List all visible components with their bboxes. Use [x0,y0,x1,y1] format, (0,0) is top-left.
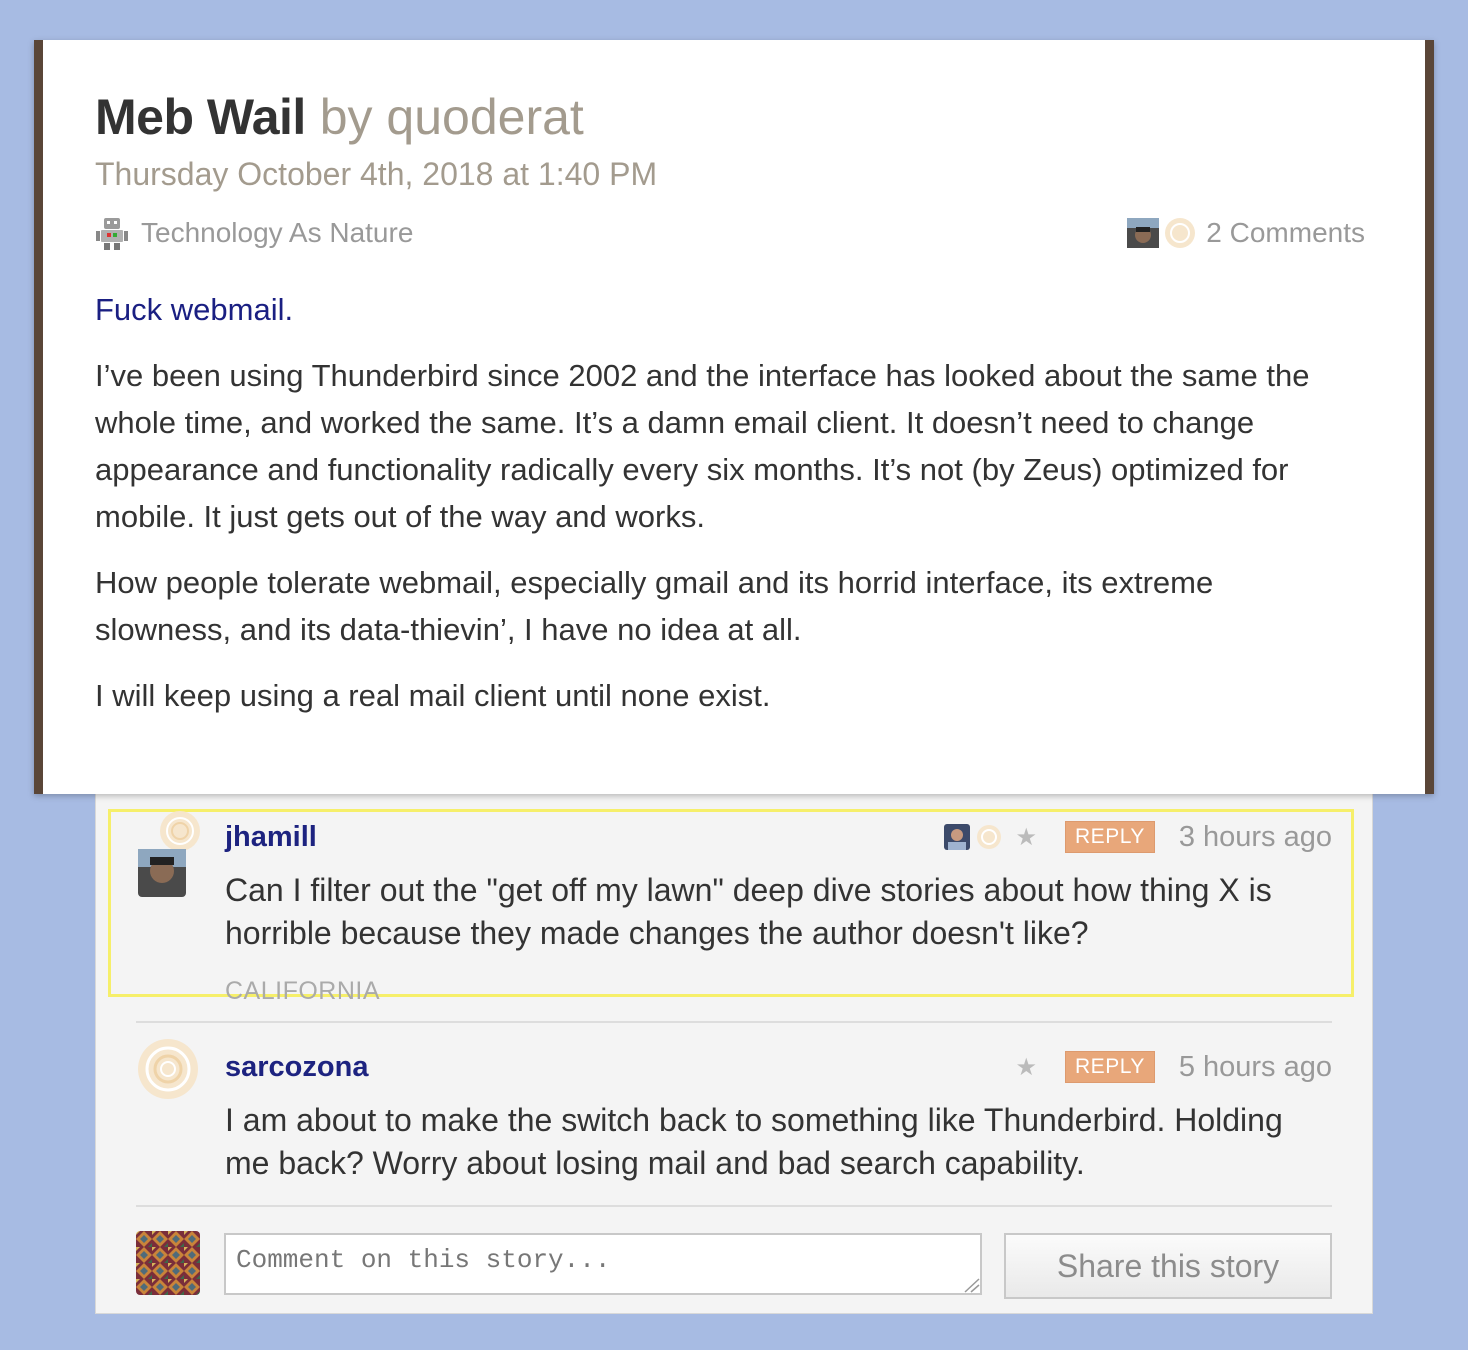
commenter-avatar-icon [1127,218,1160,248]
comment-count[interactable]: 2 Comments [1127,216,1365,250]
reply-button[interactable]: REPLY [1065,1051,1155,1083]
user-avatar-icon[interactable] [136,809,200,909]
robot-icon [96,218,128,250]
reply-button[interactable]: REPLY [1065,821,1155,853]
comment-composer: Share this story [136,1231,1332,1301]
comment-divider [136,1021,1332,1023]
story-paragraph: I will keep using a real mail client unt… [95,678,771,713]
comment-divider [136,1205,1332,1207]
share-story-button[interactable]: Share this story [1004,1233,1332,1299]
star-icon[interactable]: ★ [1016,823,1038,852]
story-date: Thursday October 4th, 2018 at 1:40 PM [95,156,658,192]
my-avatar-icon [136,1231,200,1295]
liker-avatar-icon[interactable] [943,824,970,850]
comment-username[interactable]: jhamill [225,821,317,854]
story-title-line: Meb Wail by quoderat [95,88,584,146]
comment-input[interactable] [224,1233,982,1295]
feed-name: Technology As Nature [141,217,414,248]
comment-text: Can I filter out the "get off my lawn" d… [225,872,1272,951]
comment-count-label: 2 Comments [1206,217,1365,248]
comment-location: CALIFORNIA [225,977,381,1005]
comment-meta: ★ REPLY 5 hours ago [1016,1049,1332,1085]
star-icon[interactable]: ★ [1016,1053,1038,1082]
story-paragraph: How people tolerate webmail, especially … [95,565,1214,647]
comment-timestamp: 5 hours ago [1178,1050,1332,1083]
story-title[interactable]: Meb Wail [95,89,306,145]
story-card: Meb Wail by quoderat Thursday October 4t… [34,40,1434,794]
liker-avatar-icon[interactable] [976,824,1002,850]
story-author: by quoderat [319,89,584,145]
commenter-avatar-icon [1165,218,1196,248]
story-paragraph: I’ve been using Thunderbird since 2002 a… [95,358,1310,534]
comment-text: I am about to make the switch back to so… [225,1102,1283,1181]
user-avatar-icon[interactable] [136,1039,200,1139]
feed-link[interactable]: Technology As Nature [95,216,413,250]
comment-meta: ★ REPLY 3 hours ago [943,819,1332,855]
story-link[interactable]: Fuck webmail. [95,292,293,327]
comment-username[interactable]: sarcozona [225,1051,368,1084]
story-content: Fuck webmail. I’ve been using Thunderbir… [95,286,1355,738]
comment-timestamp: 3 hours ago [1178,820,1332,853]
